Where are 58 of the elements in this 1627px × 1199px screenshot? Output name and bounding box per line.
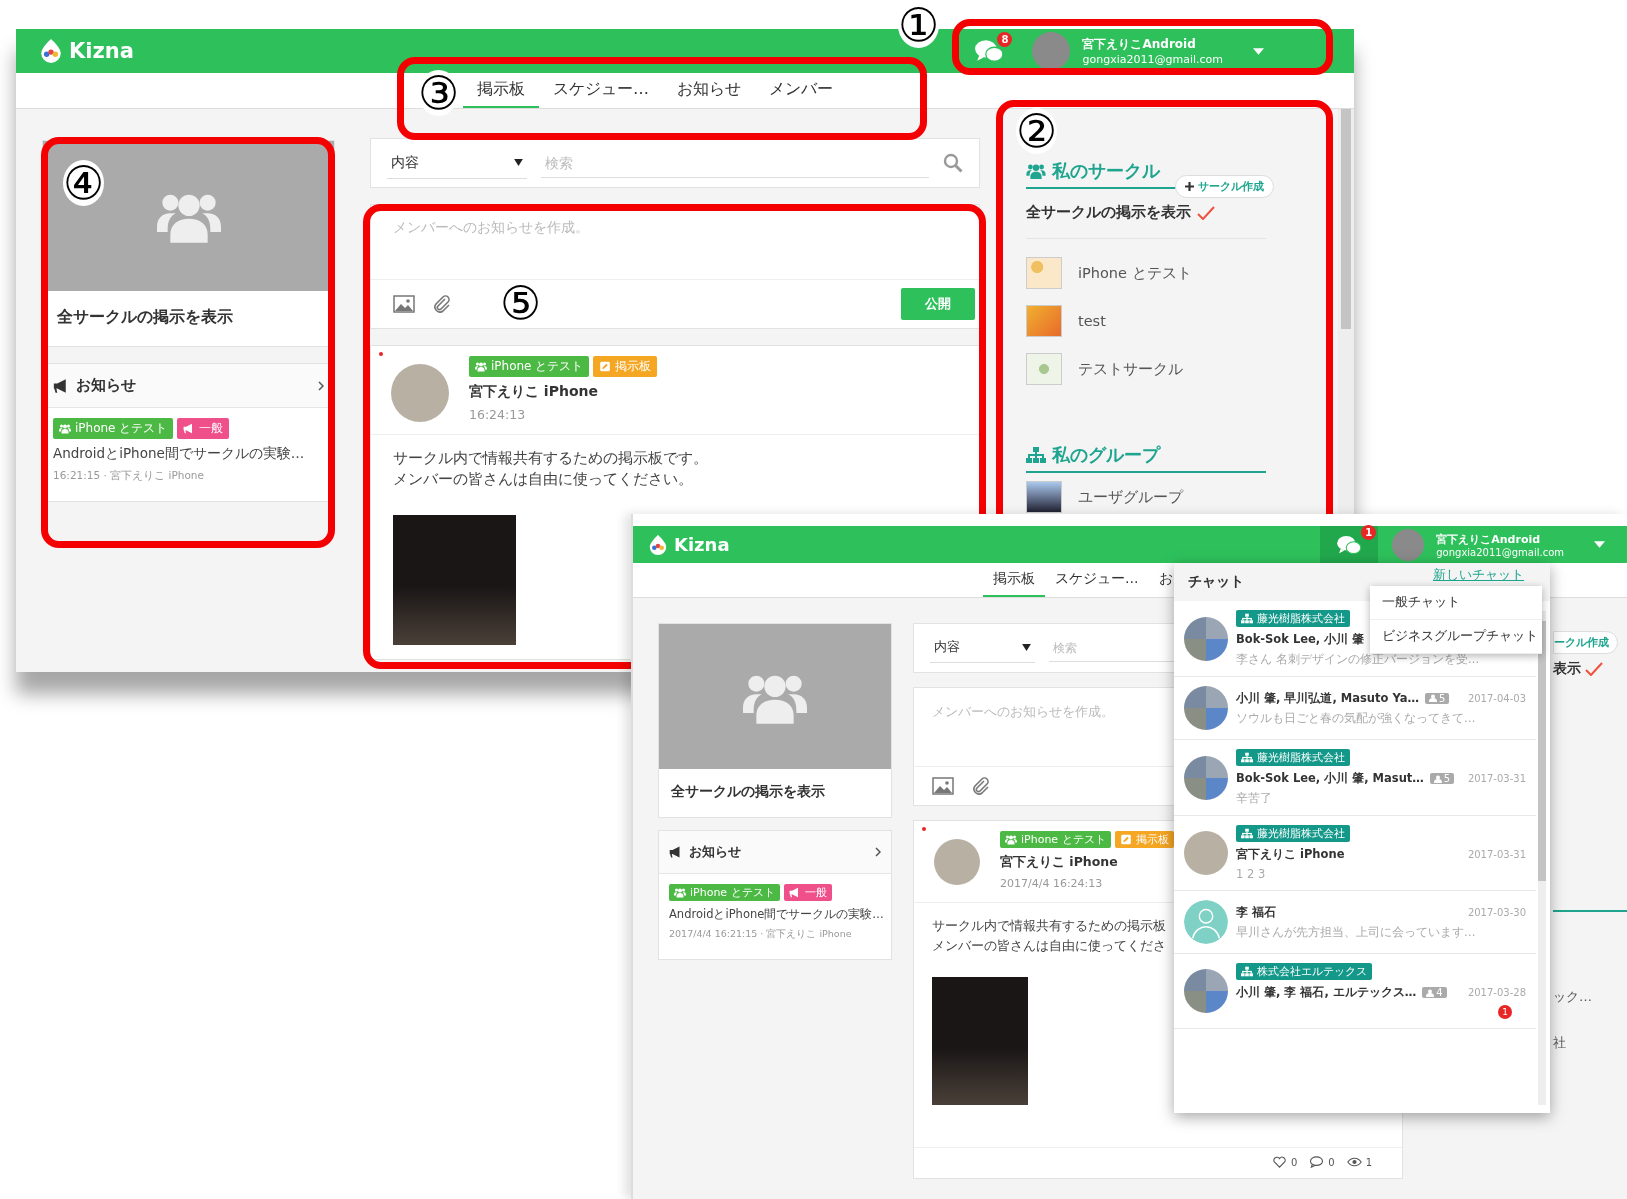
user-email: gongxia2011@gmail.com	[1436, 546, 1564, 558]
comment-count: 0	[1328, 1156, 1335, 1168]
post-text-line: サークル内で情報共有するための掲示板	[932, 917, 1166, 935]
section-title: 私のサークル	[1052, 159, 1160, 183]
tag-label: 藤光樹脂株式会社	[1257, 826, 1345, 841]
tag-label: 掲示板	[615, 358, 652, 375]
chat-members: Bok-Sok Lee, 小川 肇	[1236, 632, 1365, 647]
post-time: 16:24:13	[469, 407, 527, 422]
chat-date: 2017-03-28	[1467, 987, 1526, 998]
message-preview: 早川さんが先方担当、上司に会っています…	[1236, 924, 1477, 940]
chat-members: 宮下えりこ iPhone	[1236, 847, 1345, 862]
chat-members: 小川 肇, 李 福石, エルテックス…	[1236, 985, 1417, 1000]
notice-meta: 2017/4/4 16:21:15 · 宮下えりこ iPhone	[669, 928, 853, 941]
notice-meta: 16:21:15 · 宮下えりこ iPhone	[53, 469, 205, 483]
chat-members: 李 福石	[1236, 904, 1276, 920]
post-text-line: サークル内で情報共有するための掲示板です。	[393, 449, 708, 468]
tag-label: iPhone とテスト	[75, 420, 168, 437]
tag-label: 一般	[804, 885, 827, 900]
card-title: 全サークルの掲示を表示	[56, 306, 234, 328]
post-text-line: メンバーの皆さんは自由に使ってくださ	[932, 937, 1166, 955]
notice-heading: お知らせ	[689, 843, 742, 861]
tag-label: iPhone とテスト	[491, 358, 584, 375]
user-email: gongxia2011@gmail.com	[1082, 53, 1223, 66]
count-text: 4	[1436, 987, 1443, 998]
message-preview: 1 2 3	[1236, 867, 1267, 881]
count-text: 5	[1438, 692, 1446, 704]
chat-date: 2017-03-31	[1467, 849, 1526, 860]
app-logo: Kizna	[69, 39, 134, 63]
count-text: 5	[1443, 773, 1451, 784]
message-preview: 辛苦了	[1236, 791, 1273, 806]
chat-panel-title: チャット	[1188, 573, 1244, 591]
sidebar-text: 社	[1553, 1034, 1566, 1052]
notification-badge: 8	[997, 32, 1013, 47]
chat-date: 2017-03-30	[1467, 906, 1526, 918]
card-title: 全サークルの掲示を表示	[670, 782, 826, 801]
section-title: 私のグループ	[1052, 443, 1160, 467]
like-count: 0	[1290, 1156, 1298, 1168]
view-count: 1	[1365, 1156, 1372, 1168]
chat-date: 2017-04-03	[1467, 692, 1526, 704]
notice-heading: お知らせ	[76, 376, 137, 395]
post-time: 2017/4/4 16:24:13	[1000, 877, 1104, 890]
app-logo: Kizna	[674, 534, 730, 555]
author-name: 宮下えりこ iPhone	[1000, 854, 1119, 871]
tag-label: 株式会社エルテックス	[1257, 964, 1367, 979]
tag-label: 藤光樹脂株式会社	[1257, 750, 1345, 765]
tag-label: iPhone とテスト	[690, 885, 775, 900]
chat-date: 2017-03-31	[1467, 773, 1526, 784]
tag-label: 一般	[199, 420, 224, 437]
sidebar-text: ック…	[1553, 988, 1592, 1006]
notification-badge: 1	[1361, 525, 1377, 540]
tag-label: 藤光樹脂株式会社	[1257, 611, 1345, 626]
tag-label: 掲示板	[1135, 832, 1169, 847]
user-name: 宮下えりこAndroid	[1082, 36, 1197, 53]
unread-badge: 1	[1498, 1005, 1512, 1019]
user-name: 宮下えりこAndroid	[1436, 531, 1542, 547]
post-text-line: メンバーの皆さんは自由に使ってください。	[393, 470, 693, 489]
author-name: 宮下えりこ iPhone	[469, 383, 599, 401]
tag-label: iPhone とテスト	[1021, 832, 1106, 847]
